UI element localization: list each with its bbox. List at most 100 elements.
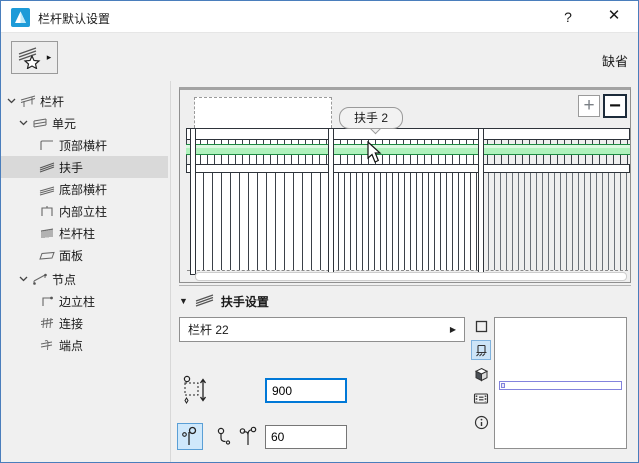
balusters-middle	[332, 173, 480, 270]
connection-icon	[39, 316, 55, 330]
post-circle-top-icon	[182, 426, 197, 445]
railing-post-drawing	[190, 128, 196, 275]
railing-post-drawing	[478, 128, 484, 275]
tree-item-label: 顶部横杆	[59, 138, 108, 153]
plan-view-button[interactable]	[471, 316, 491, 336]
handrail-section-icon	[195, 292, 214, 310]
tree-item-label: 内部立柱	[59, 204, 108, 219]
tree-item-label: 面板	[59, 248, 84, 263]
tree-item-edge-post[interactable]: 边立柱	[1, 290, 168, 312]
handrail-height-input[interactable]	[265, 378, 347, 403]
profile-preview-panel[interactable]	[494, 317, 627, 449]
tree-item-segment[interactable]: 单元	[1, 112, 168, 134]
chevron-down-icon[interactable]	[19, 275, 28, 283]
tree-item-label: 底部横杆	[59, 182, 108, 197]
preview-dashed-extent	[194, 97, 332, 128]
preview-scrollbar[interactable]	[195, 272, 627, 281]
handrail-settings-header[interactable]: ▼ 扶手设置	[179, 290, 269, 312]
tree-item-railing-post[interactable]: 栏杆柱	[1, 222, 168, 244]
baluster-ticks	[186, 155, 630, 164]
tree-item-node[interactable]: 节点	[1, 268, 168, 290]
balusters-left	[194, 173, 330, 270]
tree-item-label: 扶手	[59, 160, 84, 175]
handrail-tooltip: 扶手 2	[339, 107, 403, 129]
mouse-cursor-icon	[367, 140, 384, 168]
tree-item-top-rail[interactable]: 顶部横杆	[1, 134, 168, 156]
handrail-position-option-right[interactable]	[235, 423, 261, 450]
tree-item-label: 边立柱	[59, 294, 96, 309]
tree-item-label: 连接	[59, 316, 84, 331]
plan-view-icon	[475, 320, 487, 332]
info-button[interactable]	[471, 412, 491, 432]
post-fork-icon	[239, 426, 257, 445]
railing-preview-panel[interactable]: 扶手 2 + −	[179, 87, 631, 283]
film-list-icon	[473, 392, 489, 404]
top-rail-icon	[39, 138, 55, 152]
handrail-offset-input[interactable]	[265, 425, 347, 449]
handrail-icon	[39, 160, 55, 174]
tree-item-label: 栏杆	[40, 94, 65, 109]
railing-icon	[20, 94, 36, 108]
3d-view-button[interactable]	[471, 364, 491, 384]
handrail-highlight-strip	[186, 145, 630, 148]
mid-rail-drawing[interactable]	[186, 164, 630, 173]
elevation-view-button[interactable]	[471, 340, 491, 360]
dialog-title: 栏杆默认设置	[38, 12, 111, 26]
tree-item-label: 端点	[59, 338, 84, 353]
node-icon	[32, 272, 48, 286]
panel-icon	[39, 248, 55, 262]
default-label[interactable]: 缺省	[602, 51, 628, 70]
railing-structure-tree: 栏杆 单元 顶部横杆 扶手 底部横杆 内部立柱 栏杆柱 面板 节点 边立柱 连接…	[1, 81, 171, 462]
tree-item-label: 节点	[52, 272, 77, 287]
rail-component-value: 栏杆 22	[188, 323, 229, 337]
rail-component-dropdown[interactable]: 栏杆 22 ▶	[179, 317, 465, 342]
top-rail-drawing[interactable]	[186, 128, 630, 140]
tree-item-handrail[interactable]: 扶手	[1, 156, 168, 178]
tree-item-bottom-rail[interactable]: 底部横杆	[1, 178, 168, 200]
railing-settings-dialog: 栏杆默认设置 ? ✕ ▸ 缺省 栏杆 单元 顶部横杆 扶手 底部横杆 内部立柱 …	[0, 0, 639, 463]
collapse-triangle-icon[interactable]: ▼	[179, 296, 188, 306]
help-button[interactable]: ?	[553, 1, 583, 33]
balusters-right	[482, 173, 630, 270]
edge-post-icon	[39, 294, 55, 308]
favorites-button[interactable]: ▸	[11, 41, 58, 74]
tree-item-railing[interactable]: 栏杆	[1, 90, 168, 112]
tree-item-inner-post[interactable]: 内部立柱	[1, 200, 168, 222]
tree-item-connection[interactable]: 连接	[1, 312, 168, 334]
handrail-profile-outline[interactable]	[499, 381, 622, 390]
dropdown-expand-icon: ▶	[449, 325, 456, 334]
section-title: 扶手设置	[220, 294, 269, 309]
list-view-button[interactable]	[471, 388, 491, 408]
post-circle-side-icon	[217, 427, 231, 445]
chevron-down-icon[interactable]	[19, 119, 28, 127]
endpoint-icon	[39, 338, 55, 352]
inner-post-icon	[39, 204, 55, 218]
favorites-railing-star-icon	[18, 46, 41, 69]
tree-item-label: 栏杆柱	[59, 226, 96, 241]
zoom-in-button[interactable]: +	[578, 95, 600, 117]
tree-item-panel[interactable]: 面板	[1, 244, 168, 266]
section-divider	[179, 285, 631, 286]
tree-item-endpoint[interactable]: 端点	[1, 334, 168, 356]
chevron-down-icon[interactable]	[7, 97, 16, 105]
preview-baseline-dashed	[187, 270, 628, 271]
handrail-height-icon	[182, 375, 208, 408]
railing-post-drawing	[328, 128, 334, 275]
info-icon	[474, 415, 488, 429]
cube-3d-icon	[474, 367, 488, 381]
elevation-view-icon	[475, 344, 486, 357]
app-logo-icon	[11, 8, 30, 30]
preview-mode-strip	[471, 316, 491, 436]
zoom-out-button[interactable]: −	[603, 94, 627, 118]
tree-item-label: 单元	[52, 116, 77, 131]
bottom-rail-icon	[39, 182, 55, 196]
profile-left-cap	[501, 383, 505, 388]
close-button[interactable]: ✕	[597, 1, 631, 33]
favorites-dropdown-arrow: ▸	[46, 52, 52, 62]
handrail-position-option-middle[interactable]	[211, 423, 237, 450]
handrail-position-option-left[interactable]	[177, 423, 203, 450]
segment-icon	[32, 116, 48, 130]
railing-post-icon	[39, 226, 55, 240]
title-bar: 栏杆默认设置 ? ✕	[1, 1, 638, 33]
handrail-highlighted[interactable]	[186, 144, 630, 155]
